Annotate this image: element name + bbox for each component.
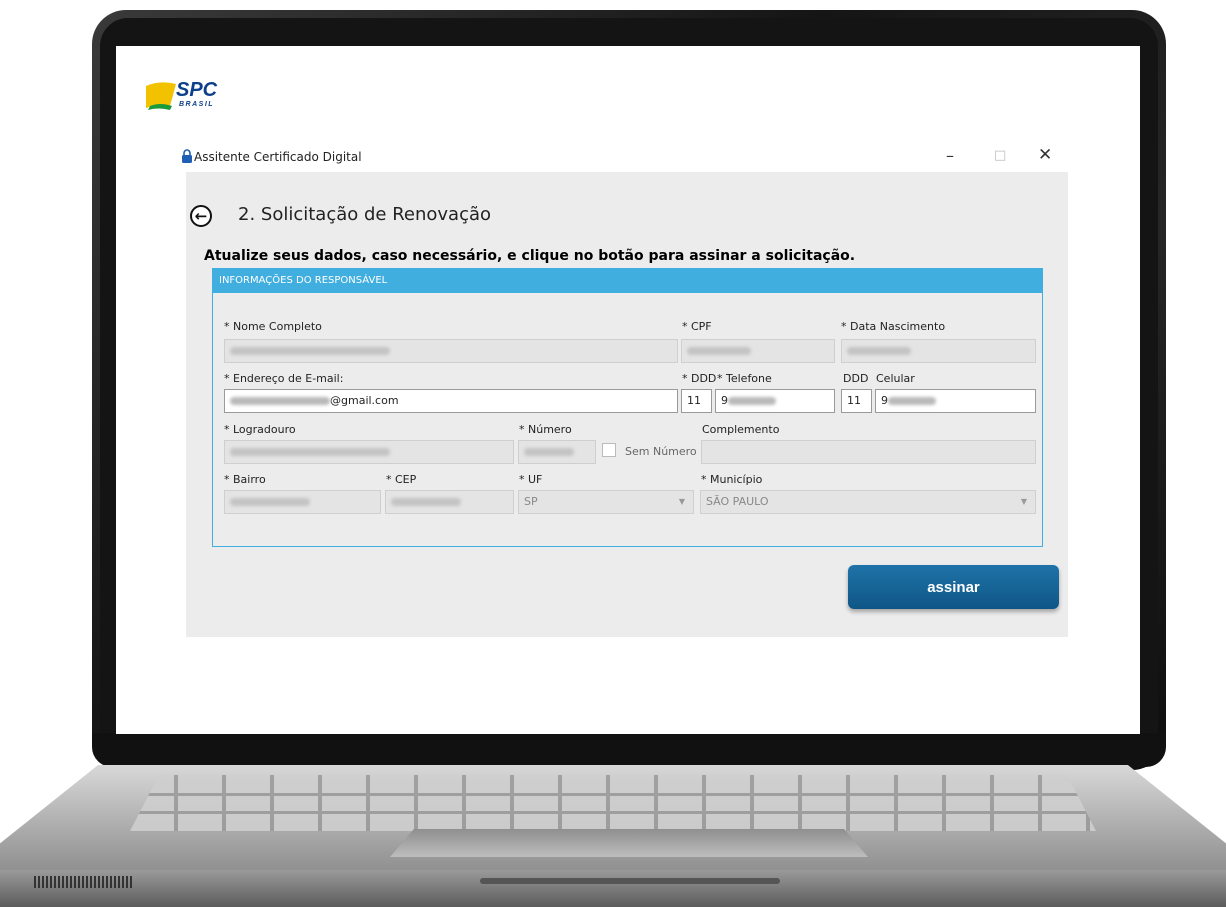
ddd-telefone-label: * DDD (682, 372, 717, 385)
email-label: * Endereço de E-mail: (224, 372, 344, 385)
celular-label: Celular (876, 372, 915, 385)
ddd-celular-input[interactable]: 11 (841, 389, 872, 413)
back-button[interactable]: ← (190, 205, 212, 227)
cep-field[interactable] (385, 490, 514, 514)
bairro-field[interactable] (224, 490, 381, 514)
numero-field[interactable] (518, 440, 596, 464)
redacted-value (230, 347, 390, 355)
ddd-telefone-input[interactable]: 11 (681, 389, 712, 413)
laptop-touchpad (390, 829, 868, 857)
telefone-input[interactable]: 9 (715, 389, 835, 413)
telefone-label: * Telefone (717, 372, 772, 385)
redacted-value (524, 448, 574, 456)
window-title: Assitente Certificado Digital (194, 150, 362, 164)
assinar-button[interactable]: assinar (848, 565, 1059, 609)
logradouro-field[interactable] (224, 440, 514, 464)
lock-icon (181, 148, 193, 163)
celular-input[interactable]: 9 (875, 389, 1036, 413)
svg-text:BRASIL: BRASIL (179, 101, 214, 108)
sem-numero-checkbox[interactable] (602, 443, 616, 457)
redacted-value (888, 397, 936, 405)
chevron-down-icon: ▼ (1020, 497, 1027, 506)
nome-field[interactable] (224, 339, 678, 363)
email-input[interactable]: @gmail.com (224, 389, 678, 413)
complemento-field[interactable] (701, 440, 1036, 464)
maximize-button[interactable]: □ (994, 148, 1006, 164)
municipio-select[interactable]: SÃO PAULO ▼ (700, 490, 1036, 514)
redacted-value (391, 498, 461, 506)
instruction-text: Atualize seus dados, caso necessário, e … (204, 248, 856, 264)
cpf-field[interactable] (681, 339, 835, 363)
laptop-front-edge (0, 870, 1226, 907)
sem-numero-label: Sem Número (625, 445, 697, 458)
section-header: INFORMAÇÕES DO RESPONSÁVEL (213, 269, 1042, 293)
redacted-value (847, 347, 911, 355)
laptop-front-lip (480, 878, 780, 884)
nascimento-label: * Data Nascimento (841, 320, 946, 333)
laptop-vent (34, 876, 134, 888)
uf-label: * UF (519, 473, 543, 486)
bairro-label: * Bairro (224, 473, 266, 486)
spc-brasil-logo: SPC BRASIL (146, 76, 236, 112)
logradouro-label: * Logradouro (224, 423, 296, 436)
uf-value: SP (524, 495, 538, 508)
municipio-value: SÃO PAULO (706, 495, 769, 508)
nome-label: * Nome Completo (224, 320, 322, 333)
redacted-value (230, 498, 310, 506)
nascimento-field[interactable] (841, 339, 1036, 363)
uf-select[interactable]: SP ▼ (518, 490, 694, 514)
redacted-value (230, 397, 330, 405)
arrow-left-icon: ← (194, 206, 208, 225)
redacted-value (728, 397, 776, 405)
ddd-celular-label: DDD (843, 372, 869, 385)
svg-text:SPC: SPC (176, 79, 218, 101)
celular-prefix: 9 (881, 394, 888, 407)
municipio-label: * Município (701, 473, 763, 486)
chevron-down-icon: ▼ (678, 497, 685, 506)
close-button[interactable]: ✕ (1038, 147, 1052, 164)
telefone-prefix: 9 (721, 394, 728, 407)
laptop-keyboard (130, 775, 1096, 831)
email-suffix: @gmail.com (330, 394, 399, 407)
cep-label: * CEP (386, 473, 417, 486)
complemento-label: Complemento (702, 423, 780, 436)
laptop-hinge (92, 733, 1166, 767)
numero-label: * Número (519, 423, 572, 436)
minimize-button[interactable]: – (946, 148, 954, 164)
cpf-label: * CPF (682, 320, 712, 333)
page-title: 2. Solicitação de Renovação (238, 204, 492, 225)
redacted-value (687, 347, 751, 355)
redacted-value (230, 448, 390, 456)
